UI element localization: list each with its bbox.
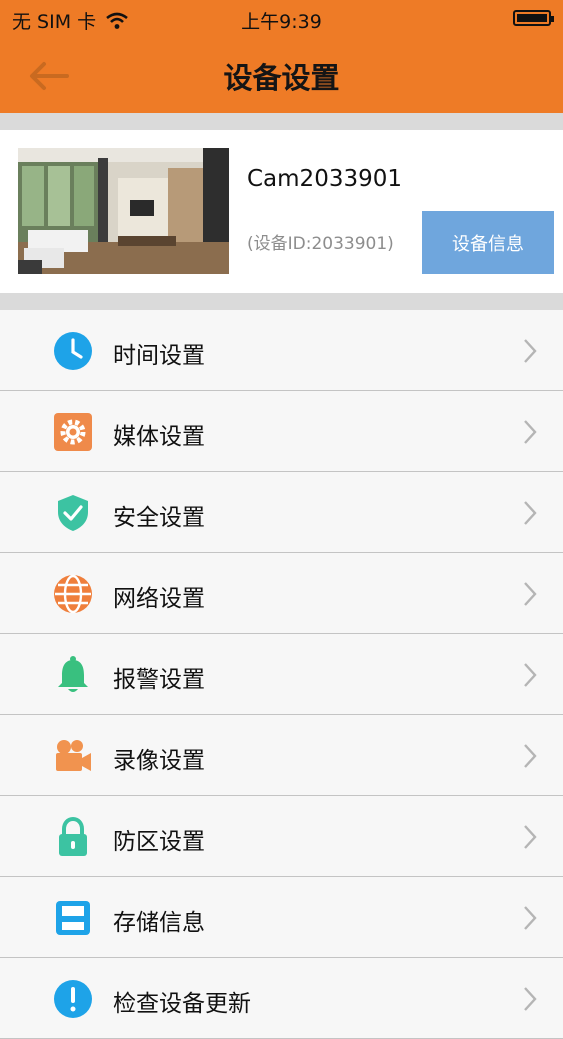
chevron-right-icon	[524, 906, 537, 930]
menu-item-label: 网络设置	[113, 586, 205, 612]
menu-item-label: 媒体设置	[113, 424, 205, 450]
storage-icon	[56, 901, 90, 935]
status-time: 上午9:39	[241, 11, 322, 33]
clock-icon	[54, 332, 92, 370]
device-id: (设备ID:2033901)	[247, 234, 394, 254]
menu-item-security-settings[interactable]: 安全设置	[0, 472, 563, 553]
device-info-button[interactable]: 设备信息	[422, 211, 554, 274]
chevron-right-icon	[524, 825, 537, 849]
menu-item-check-update[interactable]: 检查设备更新	[0, 958, 563, 1039]
chevron-right-icon	[524, 987, 537, 1011]
menu-item-label: 防区设置	[113, 829, 205, 855]
chevron-right-icon	[524, 663, 537, 687]
device-thumbnail[interactable]	[18, 148, 229, 274]
device-card: Cam2033901 (设备ID:2033901) 设备信息	[0, 130, 563, 293]
chevron-right-icon	[524, 501, 537, 525]
menu-item-label: 录像设置	[113, 748, 205, 774]
video-camera-icon	[56, 740, 91, 771]
chevron-right-icon	[524, 339, 537, 363]
section-separator	[0, 293, 563, 310]
menu-item-label: 安全设置	[113, 505, 205, 531]
app-header: 无 SIM 卡 上午9:39 设备设置	[0, 0, 563, 113]
device-name: Cam2033901	[247, 166, 402, 192]
settings-menu-list: 时间设置 媒体设置 安全设置 网络设置 报警设置 录像设置 防区设置 存储信息 …	[0, 310, 563, 1039]
menu-item-zone-settings[interactable]: 防区设置	[0, 796, 563, 877]
menu-item-media-settings[interactable]: 媒体设置	[0, 391, 563, 472]
lock-icon	[59, 817, 87, 856]
menu-item-network-settings[interactable]: 网络设置	[0, 553, 563, 634]
menu-item-label: 存储信息	[113, 910, 205, 936]
menu-item-recording-settings[interactable]: 录像设置	[0, 715, 563, 796]
section-separator	[0, 113, 563, 130]
battery-icon	[513, 10, 554, 26]
chevron-right-icon	[524, 582, 537, 606]
menu-item-storage-info[interactable]: 存储信息	[0, 877, 563, 958]
menu-item-label: 时间设置	[113, 343, 205, 369]
shield-check-icon	[58, 495, 88, 531]
page-title: 设备设置	[223, 61, 340, 95]
chevron-right-icon	[524, 744, 537, 768]
bell-icon	[58, 656, 88, 692]
info-icon	[54, 980, 92, 1018]
globe-icon	[54, 574, 92, 614]
menu-item-label: 报警设置	[113, 667, 205, 693]
menu-item-alarm-settings[interactable]: 报警设置	[0, 634, 563, 715]
status-bar: 无 SIM 卡 上午9:39	[0, 0, 563, 38]
menu-item-label: 检查设备更新	[113, 991, 251, 1017]
menu-item-time-settings[interactable]: 时间设置	[0, 310, 563, 391]
gear-icon	[54, 413, 92, 451]
chevron-right-icon	[524, 420, 537, 444]
